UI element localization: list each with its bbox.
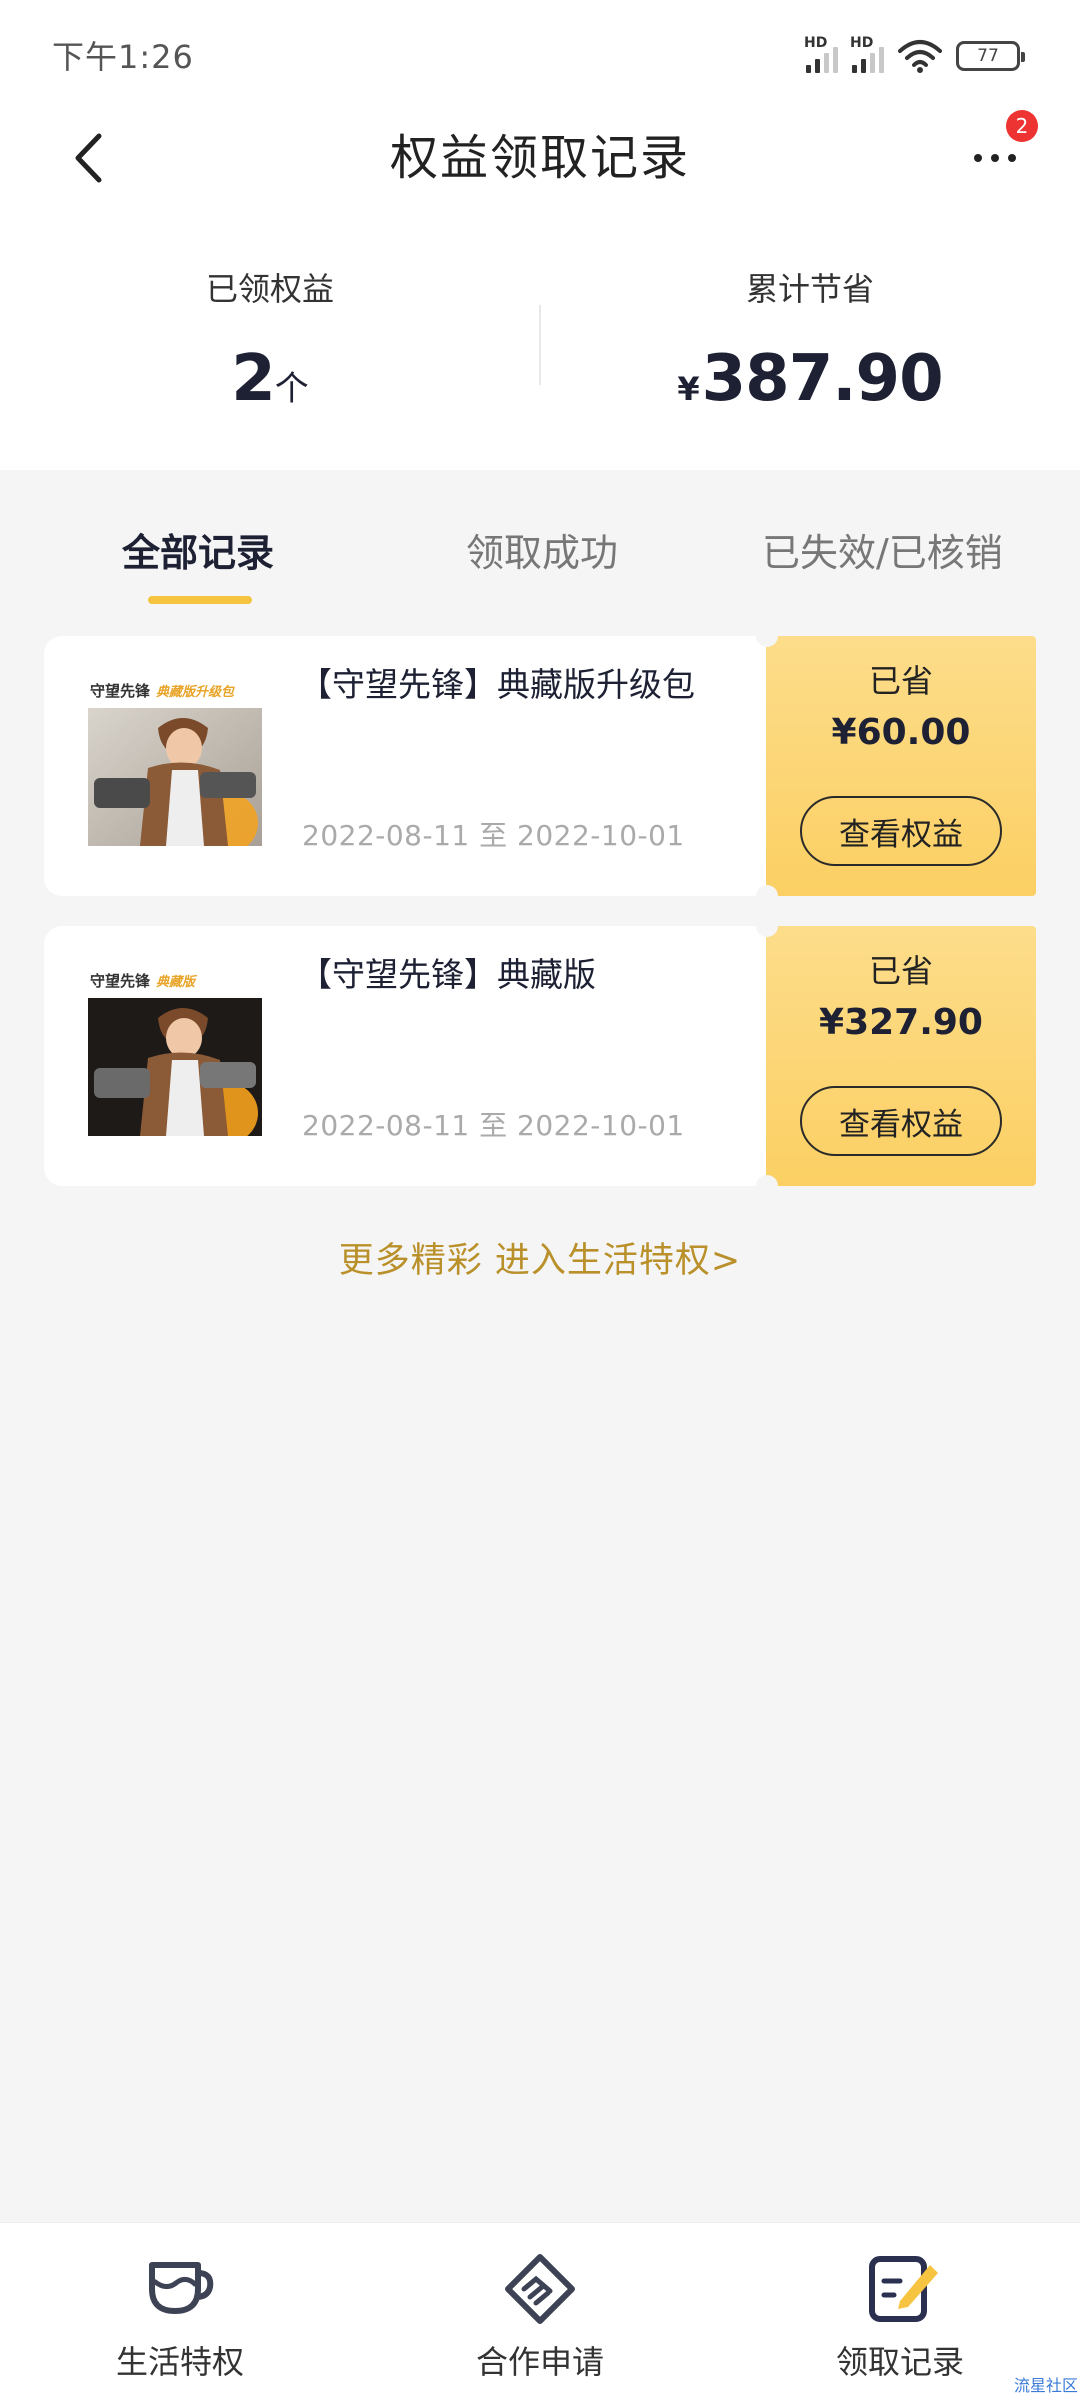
notification-badge: 2 — [1006, 110, 1038, 142]
claimed-count: 2 — [231, 342, 276, 416]
battery-level: 77 — [977, 46, 999, 66]
wifi-icon — [898, 40, 942, 73]
thumb-brand: 守望先锋 — [90, 681, 151, 700]
view-benefit-button[interactable]: 查看权益 — [800, 796, 1002, 866]
claimed-summary: 已领权益 2个 — [0, 260, 540, 416]
saved-total-label: 累计节省 — [745, 270, 874, 308]
ticket-notch — [756, 1175, 778, 1197]
tab-all-records[interactable]: 全部记录 — [122, 522, 274, 577]
signal-hd-label: HD — [804, 35, 828, 51]
nav-label: 领取记录 — [835, 2343, 964, 2381]
handshake-icon — [505, 2254, 575, 2324]
bottom-nav: 生活特权 合作申请 领取记录 流星社区 — [0, 2222, 1080, 2400]
savings-panel: 已省 ¥327.90 查看权益 — [766, 926, 1036, 1186]
header: 权益领取记录 2 — [0, 110, 1080, 260]
cup-icon — [149, 2262, 214, 2314]
record-date-range: 2022-08-11 至 2022-10-01 — [302, 1109, 685, 1142]
tab-expired-redeemed[interactable]: 已失效/已核销 — [762, 522, 1003, 577]
active-tab-indicator — [148, 596, 252, 604]
nav-item-claim-records[interactable]: 领取记录 — [780, 2251, 1020, 2383]
claimed-label: 已领权益 — [205, 270, 334, 308]
thumb-tag: 典藏版 — [156, 974, 196, 990]
nav-label: 合作申请 — [475, 2343, 604, 2381]
summary-panel: 已领权益 2个 累计节省 ¥387.90 — [0, 260, 1080, 470]
more-icon — [974, 154, 982, 162]
record-tabs: 全部记录 领取成功 已失效/已核销 — [0, 470, 1080, 620]
product-thumbnail: 守望先锋 典藏版 — [88, 962, 262, 1138]
more-privileges-link[interactable]: 更多精彩 进入生活特权> — [0, 1232, 1080, 1283]
game-art-image — [88, 998, 262, 1138]
record-title: 【守望先锋】典藏版升级包 — [299, 665, 695, 704]
game-art-image — [88, 708, 262, 848]
status-time: 下午1:26 — [52, 38, 194, 76]
tab-claim-success[interactable]: 领取成功 — [466, 522, 618, 577]
record-title: 【守望先锋】典藏版 — [299, 955, 596, 994]
status-icons: HD HD 77 — [804, 35, 1025, 76]
signal-icon: HD — [850, 35, 884, 73]
saved-total: 387.90 — [701, 342, 944, 416]
thumb-tag: 典藏版升级包 — [156, 684, 235, 700]
ticket-notch — [756, 885, 778, 907]
page-title: 权益领取记录 — [389, 130, 690, 186]
saved-amount: ¥60.00 — [831, 712, 971, 753]
currency-symbol: ¥ — [677, 370, 700, 408]
record-card[interactable]: 守望先锋 典藏版 【守望先锋】典藏版 2022-08-11 至 2022-10-… — [44, 915, 1036, 1197]
record-date-range: 2022-08-11 至 2022-10-01 — [302, 819, 685, 852]
thumb-brand: 守望先锋 — [90, 971, 151, 990]
record-card[interactable]: 守望先锋 典藏版升级包 【守望先锋】典藏版升级包 2022-08-11 至 20… — [44, 625, 1036, 907]
nav-label: 生活特权 — [115, 2343, 244, 2381]
nav-item-life-privilege[interactable]: 生活特权 — [60, 2251, 300, 2383]
savings-panel: 已省 ¥60.00 查看权益 — [766, 636, 1036, 896]
edit-note-icon — [869, 2256, 938, 2322]
saved-amount: ¥327.90 — [819, 1002, 983, 1043]
claimed-unit: 个 — [274, 369, 309, 409]
watermark: 流星社区 — [1013, 2376, 1078, 2395]
product-thumbnail: 守望先锋 典藏版升级包 — [88, 672, 262, 848]
saved-label: 已省 — [868, 952, 933, 990]
ticket-notch — [756, 915, 778, 937]
saved-summary: 累计节省 ¥387.90 — [540, 260, 1080, 416]
nav-item-cooperation[interactable]: 合作申请 — [420, 2251, 660, 2383]
ticket-notch — [756, 625, 778, 647]
saved-label: 已省 — [868, 662, 933, 700]
signal-hd-label: HD — [850, 35, 874, 51]
battery-icon: 77 — [956, 41, 1025, 71]
signal-icon: HD — [804, 35, 838, 73]
status-bar: 下午1:26 HD HD 77 — [0, 0, 1080, 110]
view-benefit-button[interactable]: 查看权益 — [800, 1086, 1002, 1156]
